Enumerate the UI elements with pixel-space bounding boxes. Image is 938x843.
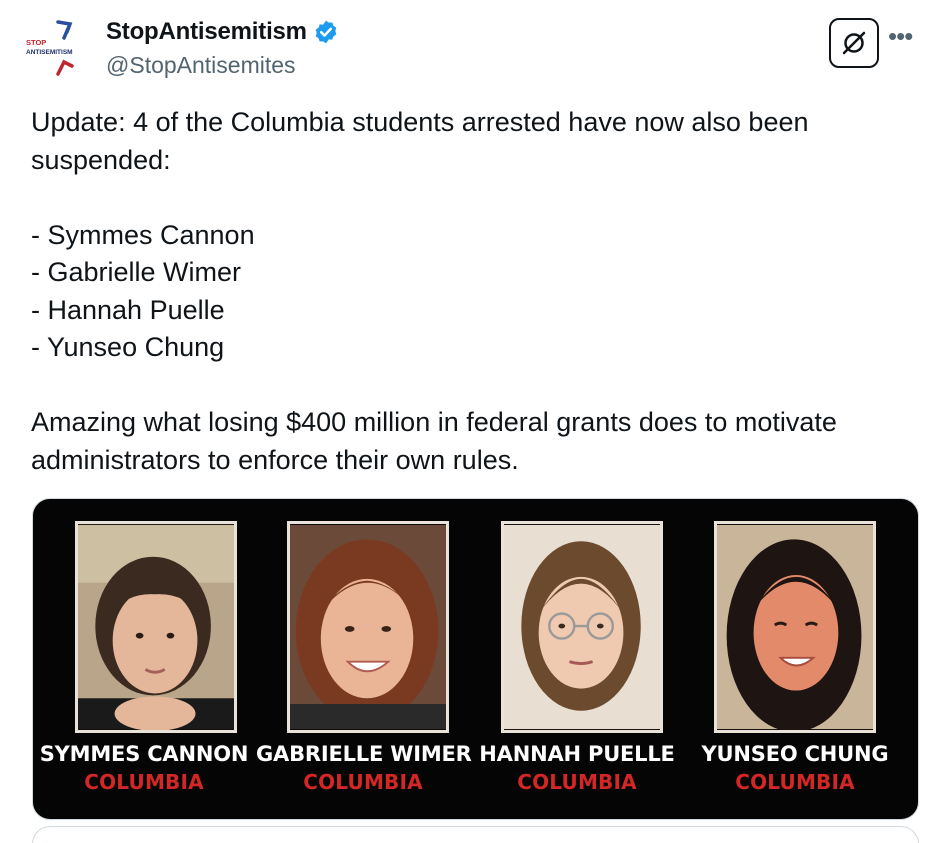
tweet-text: Update: 4 of the Columbia students arres… [31, 104, 911, 479]
person-school: COLUMBIA [517, 770, 637, 794]
handle[interactable]: @StopAntisemites [106, 52, 296, 79]
person-card: GABRIELLE WIMER COLUMBIA [256, 499, 472, 819]
svg-text:ANTISEMITISM: ANTISEMITISM [26, 49, 73, 56]
person-school: COLUMBIA [84, 770, 204, 794]
person-name: HANNAH PUELLE [479, 742, 675, 766]
tweet-list-item: - Symmes Cannon [31, 219, 255, 250]
person-name: GABRIELLE WIMER [256, 742, 472, 766]
author-avatar[interactable]: STOP ANTISEMITISM [20, 12, 96, 82]
tweet: STOP ANTISEMITISM StopAntisemitism @Stop… [0, 0, 938, 843]
tweet-line-intro: Update: 4 of the Columbia students arres… [31, 107, 809, 175]
tweet-list-item: - Yunseo Chung [31, 332, 225, 362]
person-photo [287, 521, 449, 733]
author-name-row[interactable]: StopAntisemitism [106, 18, 339, 46]
display-name[interactable]: StopAntisemitism [106, 18, 307, 46]
person-card: SYMMES CANNON COLUMBIA [37, 499, 251, 819]
person-photo [714, 521, 876, 733]
person-photo [75, 521, 237, 733]
verified-badge-icon [315, 20, 337, 44]
tweet-media-image[interactable]: SYMMES CANNON COLUMBIA GABRIELLE WIMER C… [32, 498, 919, 820]
stopantisemitism-logo: STOP ANTISEMITISM [26, 20, 74, 76]
tweet-line-closing: Amazing what losing $400 million in fede… [31, 407, 837, 475]
person-photo [501, 521, 663, 733]
grok-button[interactable] [829, 18, 879, 68]
quoted-card-edge [32, 826, 919, 843]
person-card: YUNSEO CHUNG COLUMBIA [688, 499, 902, 819]
person-school: COLUMBIA [735, 770, 855, 794]
tweet-list-item: - Gabrielle Wimer [31, 257, 242, 287]
person-name: YUNSEO CHUNG [701, 742, 889, 766]
grok-icon [842, 31, 866, 55]
tweet-list-item: - Hannah Puelle [31, 294, 225, 325]
person-name: SYMMES CANNON [39, 742, 249, 766]
person-card: HANNAH PUELLE COLUMBIA [470, 499, 684, 819]
person-school: COLUMBIA [303, 770, 423, 794]
svg-text:STOP: STOP [26, 38, 46, 47]
more-icon[interactable]: ••• [888, 23, 913, 49]
